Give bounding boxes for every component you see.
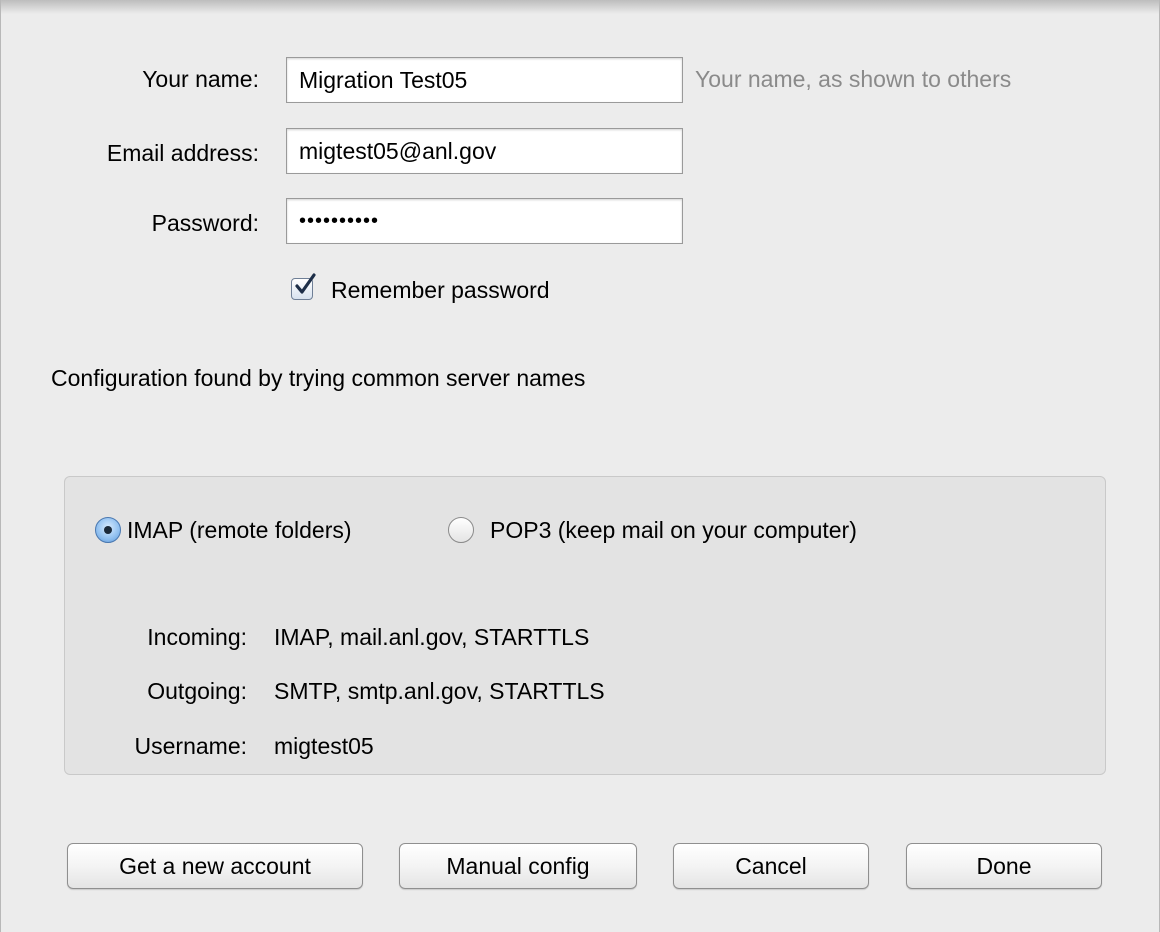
cancel-button[interactable]: Cancel — [673, 843, 869, 889]
name-field[interactable]: Migration Test05 — [286, 57, 683, 103]
username-value: migtest05 — [274, 733, 374, 759]
outgoing-value: SMTP, smtp.anl.gov, STARTTLS — [274, 678, 605, 704]
name-hint: Your name, as shown to others — [695, 66, 1012, 92]
email-label: Email address: — [106, 140, 259, 166]
remember-password-checkbox[interactable] — [291, 273, 316, 300]
password-field[interactable]: •••••••••• — [286, 198, 683, 244]
pop3-radio[interactable] — [448, 517, 474, 543]
server-config-panel: IMAP (remote folders) POP3 (keep mail on… — [64, 476, 1106, 775]
config-status-message: Configuration found by trying common ser… — [51, 365, 586, 391]
checkmark-icon — [295, 273, 316, 294]
incoming-value: IMAP, mail.anl.gov, STARTTLS — [274, 624, 590, 650]
password-label: Password: — [151, 210, 259, 236]
account-setup-window: Your name: Migration Test05 Your name, a… — [0, 0, 1160, 932]
pop3-radio-label[interactable]: POP3 (keep mail on your computer) — [490, 517, 857, 544]
radio-selected-dot — [104, 526, 112, 534]
titlebar-shadow — [1, 0, 1159, 14]
manual-config-button[interactable]: Manual config — [399, 843, 637, 889]
done-button[interactable]: Done — [906, 843, 1102, 889]
email-field[interactable]: migtest05@anl.gov — [286, 128, 683, 174]
get-new-account-button[interactable]: Get a new account — [67, 843, 363, 889]
remember-password-label[interactable]: Remember password — [331, 277, 550, 304]
username-label: Username: — [134, 733, 247, 759]
imap-radio-label[interactable]: IMAP (remote folders) — [127, 517, 352, 544]
incoming-label: Incoming: — [147, 624, 247, 650]
imap-radio[interactable] — [95, 517, 121, 543]
outgoing-label: Outgoing: — [147, 678, 247, 704]
name-label: Your name: — [142, 66, 259, 92]
